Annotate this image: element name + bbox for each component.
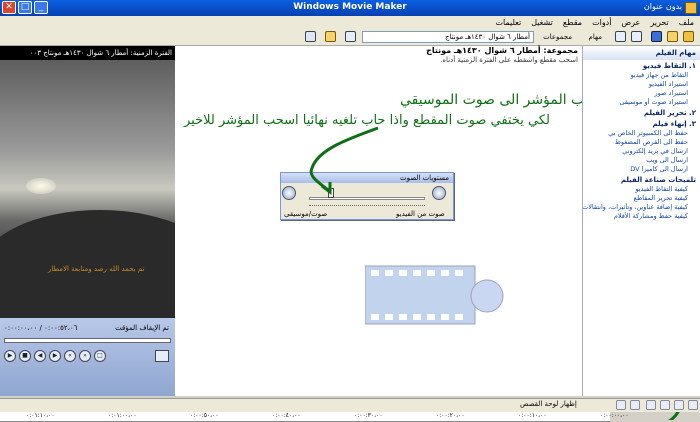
ruler-tick: ٠:٠٠:١٠،٠٠ [518, 412, 547, 419]
annotation-drag-hint: إسحب المؤشر الى صوت الموسيقي [400, 92, 610, 108]
task-section-capture[interactable]: ١. التقاط فيديو [583, 60, 700, 71]
task-section-edit[interactable]: ٢. تحرير الفيلم [583, 107, 700, 118]
show-storyboard-button[interactable]: إظهار لوحة القصص [520, 400, 577, 408]
task-link[interactable]: ارسال الى ويب [583, 156, 700, 165]
player-controls: ٠:٠٠:٥٢،٠٦ / ٠:٠٠:٠٠،٠٠ تم الإيقاف المؤق… [0, 318, 175, 396]
menu-view[interactable]: عرض [621, 18, 640, 27]
previous-frame-icon[interactable]: ◀ [34, 350, 46, 362]
tasks-button[interactable]: مهام [589, 31, 602, 43]
menu-clip[interactable]: مقطع [563, 18, 582, 27]
task-link[interactable]: ارسال في بريد إلكتروني [583, 147, 700, 156]
preview-monitor: الفترة الزمنية: أمطار ٦ شوال ١٤٣٠هـ مونت… [0, 46, 175, 396]
pause-status: تم الإيقاف المؤقت [115, 324, 169, 332]
menu-tools[interactable]: أدوات [592, 18, 611, 27]
task-link[interactable]: التقاط من جهاز فيديو [583, 71, 700, 80]
task-link[interactable]: استيراد الفيديو [583, 80, 700, 89]
audio-levels-thumb[interactable] [328, 188, 334, 198]
next-frame-icon[interactable]: ▶ [49, 350, 61, 362]
zoom-in-icon[interactable] [660, 400, 670, 410]
tasks-header: مهام الفيلم [583, 46, 700, 60]
ruler-tick: ٠:٠١:٠٠،٠٠ [108, 412, 137, 419]
menu-file[interactable]: ملف [679, 18, 694, 27]
title-bar: ✕ □ _ Windows Movie Maker بدون عنوان [0, 0, 700, 16]
rewind-icon[interactable]: « [64, 350, 76, 362]
audio-levels-title: مستويات الصوت [281, 173, 453, 183]
timeline-toolbar [0, 398, 700, 412]
task-link[interactable]: حفظ الى الكمبيوتر الخاص بي [583, 129, 700, 138]
ruler-tick: ٠:٠١:١٠،٠٠ [26, 412, 55, 419]
zoom-out-icon[interactable] [646, 400, 656, 410]
collection-title: مجموعة: أمطار ٦ شوال ١٤٣٠هـ مونتاج [426, 46, 578, 55]
document-title: بدون عنوان [643, 2, 682, 11]
task-link[interactable]: استيراد صوت أو موسيقى [583, 98, 700, 107]
set-audio-levels-icon[interactable] [688, 400, 698, 410]
toolbar: مهام مجموعات أمطار ٦ شوال ١٤٣٠هـ مونتاج [0, 28, 700, 46]
open-project-icon[interactable] [667, 31, 678, 42]
music-audio-label: صوت/موسيقى [284, 210, 328, 218]
task-link[interactable]: ارسال الى كاميرا DV [583, 165, 700, 174]
audio-levels-slider[interactable] [309, 197, 425, 200]
menu-help[interactable]: تعليمات [495, 18, 521, 27]
ruler-tick: ٠:٠٠:٣٠،٠٠ [354, 412, 383, 419]
play-icon[interactable]: ▶ [4, 350, 16, 362]
task-link[interactable]: حفظ الى القرص المضغوط [583, 138, 700, 147]
menu-play[interactable]: تشغيل [531, 18, 553, 27]
video-preview: تم بحمد الله رصد ومتابعة الامطار [0, 60, 175, 318]
collection-subtitle: اسحب مقطع واسقطه على الفترة الزمنية أدنا… [440, 56, 578, 64]
fullscreen-icon[interactable]: □ [94, 350, 106, 362]
film-strip-icon [365, 265, 504, 325]
app-title: Windows Movie Maker [293, 2, 407, 12]
task-section-tips[interactable]: تلميحات صناعة الفيلم [583, 174, 700, 185]
ruler-tick: ٠:٠٠:٤٠،٠٠ [272, 412, 301, 419]
fast-forward-icon[interactable]: » [79, 350, 91, 362]
collections-button[interactable]: مجموعات [543, 31, 572, 43]
redo-icon[interactable] [615, 31, 626, 42]
rewind-timeline-icon[interactable] [630, 400, 640, 410]
video-speaker-icon [432, 186, 446, 200]
hill-silhouette [0, 210, 175, 318]
music-speaker-icon [282, 186, 296, 200]
new-folder-icon[interactable] [325, 31, 336, 42]
save-project-icon[interactable] [651, 31, 662, 42]
ruler-tick: ٠:٠٠:٠٠،٠٠ [600, 412, 629, 419]
collection-header: مجموعة: أمطار ٦ شوال ١٤٣٠هـ مونتاج اسحب … [175, 46, 582, 66]
ruler-tick: ٠:٠٠:٥٠،٠٠ [190, 412, 219, 419]
sun-glow [26, 178, 56, 194]
seek-bar[interactable] [4, 338, 171, 343]
app-icon [685, 2, 697, 14]
undo-icon[interactable] [631, 31, 642, 42]
task-link[interactable]: كيفية إضافة عناوين، وتأثيرات، وانتقالات [583, 203, 700, 212]
split-clip-icon[interactable] [155, 350, 169, 362]
menu-bar: ملف تحرير عرض أدوات مقطع تشغيل تعليمات [0, 16, 700, 28]
task-link[interactable]: كيفية حفظ ومشاركة الأفلام [583, 212, 700, 221]
task-link[interactable]: كيفية تحرير المقاطع [583, 194, 700, 203]
player-info: الفترة الزمنية: أمطار ٦ شوال ١٤٣٠هـ مونت… [0, 46, 175, 60]
task-section-finish[interactable]: ٣. إنهاء فيلم [583, 118, 700, 129]
play-timeline-icon[interactable] [616, 400, 626, 410]
video-watermark: تم بحمد الله رصد ومتابعة الامطار [48, 265, 145, 273]
collection-select[interactable]: أمطار ٦ شوال ١٤٣٠هـ مونتاج [362, 31, 534, 43]
movie-tasks-pane: مهام الفيلم ١. التقاط فيديو التقاط من جه… [582, 46, 700, 396]
timecode: ٠:٠٠:٥٢،٠٦ / ٠:٠٠:٠٠،٠٠ [4, 324, 78, 332]
video-audio-label: صوت من الفيديو [396, 210, 445, 218]
annotation-keep-hint: لكي يختفي صوت المقطع واذا حاب تلغيه نهائ… [184, 113, 550, 128]
ruler-tick: ٠:٠٠:٢٠،٠٠ [436, 412, 465, 419]
views-icon[interactable] [305, 31, 316, 42]
slider-ticks [309, 203, 425, 206]
up-folder-icon[interactable] [345, 31, 356, 42]
stop-icon[interactable]: ■ [19, 350, 31, 362]
task-link[interactable]: استيراد صور [583, 89, 700, 98]
menu-edit[interactable]: تحرير [650, 18, 668, 27]
new-project-icon[interactable] [683, 31, 694, 42]
task-link[interactable]: كيفية التقاط الفيديو [583, 185, 700, 194]
narrate-timeline-icon[interactable] [674, 400, 684, 410]
